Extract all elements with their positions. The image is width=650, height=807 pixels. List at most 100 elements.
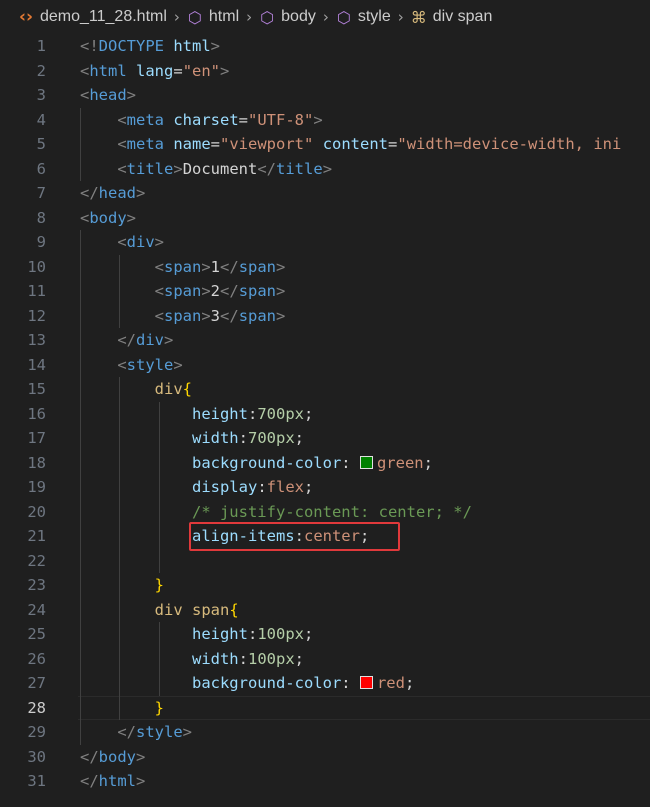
code-line[interactable]: 10 <span>1</span> [0,254,650,279]
code-token: </ [220,306,239,325]
line-number: 19 [27,478,46,496]
code-line[interactable]: 13 </div> [0,328,650,353]
code-token: background-color [191,674,342,692]
code-token: display [191,478,258,496]
code-line[interactable]: 5 <meta name="viewport" content="width=d… [0,132,650,157]
code-token: : [247,404,258,423]
code-line[interactable]: 14 <style> [0,352,650,377]
green-color-swatch[interactable] [359,455,373,469]
code-text: div span{ [80,598,239,623]
code-text: align-items:center; [80,524,369,549]
red-color-swatch[interactable] [359,676,373,689]
code-line[interactable]: 30 </body> [0,745,650,770]
line-number: 14 [27,355,46,374]
code-token: > [173,159,183,178]
code-text: <div> [80,230,164,255]
code-token: ; [303,478,314,496]
code-token: > [136,747,146,766]
code-token: html [173,37,211,55]
code-token: } [154,576,164,594]
code-token: </ [257,159,277,178]
code-token: < [117,135,127,153]
breadcrumb-item[interactable]: ⬡ style [336,8,391,27]
code-line[interactable]: 17 width:700px; [0,426,650,451]
code-editor[interactable]: 1 <!DOCTYPE html> 2 <html lang="en"> 3 <head>… [0,34,650,807]
code-line[interactable]: 31 </html> [0,769,650,794]
code-line[interactable]: 20 /* justify-content: center; */ [0,499,650,525]
code-token: 3 [210,306,221,325]
cube-icon: ⬡ [260,7,275,27]
code-line[interactable]: 11 <span>2</span> [0,279,650,304]
code-token: { [229,600,239,619]
code-text: </style> [80,720,192,745]
code-line[interactable]: 28 } [0,695,650,720]
code-token: > [313,110,323,129]
code-line[interactable]: 9 <div> [0,230,650,255]
code-token: > [173,355,183,374]
code-text: height:700px; [80,402,313,427]
code-line[interactable]: 27 background-color: red; [0,671,650,696]
line-number: 9 [36,233,46,251]
code-line[interactable]: 29 </style> [0,720,650,745]
breadcrumb-item[interactable]: ‹› demo_11_28.html [18,7,167,27]
code-token: > [276,306,286,325]
code-line[interactable]: 15 div{ [0,377,650,402]
code-token: ; [304,404,314,423]
chevron-right-icon: › [246,8,253,26]
cube-icon: ⬡ [187,7,202,27]
code-token: title [126,159,174,178]
breadcrumb-item[interactable]: ⬡ body [259,8,316,27]
code-token: > [182,723,193,741]
code-token: head [89,86,127,104]
indent-guide [80,548,81,573]
code-line[interactable]: 6 <title>Document</title> [0,156,650,181]
code-line[interactable]: 24 div span{ [0,597,650,623]
code-token: ; [304,625,314,643]
code-line[interactable]: 21 align-items:center; [0,524,650,549]
code-line[interactable]: 18 background-color: green; [0,450,650,475]
code-token: ; [359,527,370,545]
code-token: content [322,135,389,153]
code-text: display:flex; [80,475,313,500]
line-number: 11 [27,282,46,300]
breadcrumb-item[interactable]: ⬡ html [187,8,239,27]
code-token: { [182,380,192,398]
code-line[interactable]: 8 <body> [0,206,650,231]
code-token: meta [126,135,164,153]
code-line[interactable]: 19 display:flex; [0,475,650,500]
code-token: : [341,453,360,472]
code-text: </html> [80,769,145,794]
code-line[interactable]: 1 <!DOCTYPE html> [0,34,650,59]
code-line[interactable]: 23 } [0,573,650,598]
code-token: > [136,184,146,202]
code-line[interactable]: 25 height:100px; [0,622,650,647]
line-number: 15 [27,380,46,398]
code-token: < [117,355,127,374]
code-token: div span [154,600,230,619]
code-text: /* justify-content: center; */ [80,500,472,525]
code-line[interactable]: 22 [0,548,650,573]
code-token: </ [220,282,239,300]
code-line[interactable]: 12 <span>3</span> [0,303,650,328]
code-line[interactable]: 7 </head> [0,181,650,206]
code-token: = [173,61,183,80]
code-token: height [191,404,248,423]
code-line[interactable]: 26 width:100px; [0,646,650,671]
code-token: </ [117,723,136,741]
code-line[interactable]: 2 <html lang="en"> [0,59,650,84]
code-line[interactable]: 4 <meta charset="UTF-8"> [0,107,650,132]
code-token: div [136,331,164,349]
breadcrumb-item[interactable]: ⌘ div span [411,8,493,27]
code-text: width:700px; [80,426,304,451]
code-line[interactable]: 3 <head> [0,83,650,108]
code-line[interactable]: 16 height:700px; [0,401,650,427]
code-token: < [80,61,90,80]
code-token: > [201,282,211,300]
